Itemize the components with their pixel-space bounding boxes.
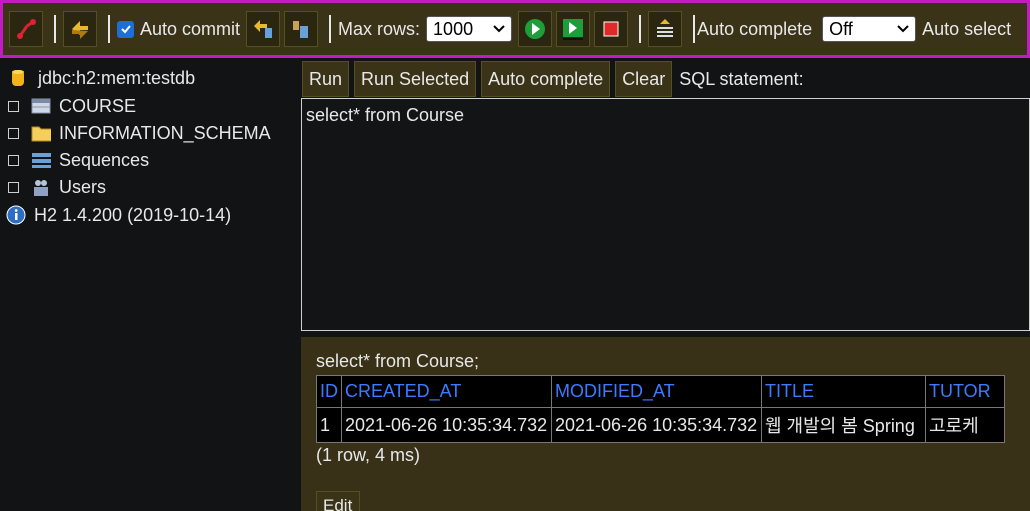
schema-tree: jdbc:h2:mem:testdb COURSE INFORMATION_SC… [0, 60, 300, 511]
auto-complete-select[interactable]: Off [822, 16, 917, 42]
toolbar-divider [54, 15, 56, 43]
history-icon [657, 19, 674, 37]
toolbar-divider [329, 15, 332, 43]
version-label: H2 1.4.200 (2019-10-14) [34, 204, 232, 225]
toolbar-divider [693, 15, 696, 43]
column-header[interactable]: CREATED_AT [341, 375, 552, 408]
clear-button[interactable]: Clear [615, 61, 673, 97]
folder-icon [31, 123, 51, 143]
column-header[interactable]: MODIFIED_AT [551, 375, 762, 408]
column-header[interactable]: TUTOR [925, 375, 1005, 408]
result-query-text: select* from Course; [316, 351, 480, 371]
expand-toggle[interactable] [8, 100, 19, 112]
run-selected-query-button[interactable]: Run Selected [354, 61, 477, 97]
table-cell: 2021-06-26 10:35:34.732 [551, 407, 762, 443]
info-icon [6, 205, 26, 225]
auto-complete-label: Auto complete [697, 18, 813, 39]
max-rows-label: Max rows: [338, 18, 421, 39]
run-button[interactable] [518, 11, 553, 47]
tree-item-label: INFORMATION_SCHEMA [59, 122, 271, 143]
expand-toggle[interactable] [8, 181, 19, 193]
sequence-icon [31, 150, 51, 170]
tree-version: H2 1.4.200 (2019-10-14) [6, 203, 231, 227]
table-cell: 웹 개발의 봄 Spring [761, 407, 926, 443]
refresh-button[interactable] [63, 11, 97, 47]
sql-editor[interactable]: select* from Course [301, 98, 1030, 331]
toolbar-divider [108, 15, 110, 43]
expand-toggle[interactable] [8, 154, 19, 166]
column-header[interactable]: ID [316, 375, 342, 408]
run-query-button[interactable]: Run [302, 61, 350, 97]
run-icon [525, 19, 546, 39]
auto-complete-value: Off [829, 18, 853, 39]
max-rows-select[interactable]: 1000 [426, 16, 513, 42]
tree-connection[interactable]: jdbc:h2:mem:testdb [8, 66, 195, 90]
table-icon [31, 96, 51, 116]
auto-complete-button[interactable]: Auto complete [481, 61, 611, 97]
run-selected-button[interactable] [556, 11, 591, 47]
stop-button[interactable] [594, 11, 629, 47]
stop-icon [603, 21, 619, 37]
sql-statement-label: SQL statement: [679, 68, 804, 89]
column-header[interactable]: TITLE [761, 375, 926, 408]
result-summary: (1 row, 4 ms) [316, 445, 421, 465]
table-header-row: ID CREATED_AT MODIFIED_AT TITLE TUTOR [316, 375, 1005, 408]
disconnect-button[interactable] [9, 11, 43, 47]
chevron-down-icon [897, 25, 909, 33]
toolbar: Auto commit Max rows: 1000 Auto complete [0, 0, 1030, 58]
auto-select-label: Auto select [922, 18, 1012, 39]
table-cell: 고로케 [925, 407, 1005, 443]
tree-item-label: Users [59, 176, 107, 197]
refresh-icon [72, 21, 88, 39]
results-panel: select* from Course; ID CREATED_AT MODIF… [301, 337, 1030, 511]
table-cell: 1 [316, 407, 342, 443]
auto-commit-label: Auto commit [140, 18, 241, 39]
tree-item-course[interactable]: COURSE [8, 94, 136, 118]
table-row: 1 2021-06-26 10:35:34.732 2021-06-26 10:… [316, 407, 1005, 443]
tree-item-sequences[interactable]: Sequences [8, 148, 149, 172]
tree-item-information-schema[interactable]: INFORMATION_SCHEMA [8, 121, 271, 145]
query-button-row: Run Run Selected Auto complete Clear SQL… [300, 60, 1030, 98]
max-rows-value: 1000 [433, 18, 474, 39]
toolbar-divider [639, 15, 642, 43]
chevron-down-icon [493, 25, 505, 33]
commit-button[interactable] [284, 11, 319, 47]
table-cell: 2021-06-26 10:35:34.732 [341, 407, 552, 443]
tree-item-label: COURSE [59, 95, 137, 116]
expand-toggle[interactable] [8, 127, 19, 139]
checkmark-icon [120, 25, 131, 34]
users-icon [31, 177, 51, 197]
results-table: ID CREATED_AT MODIFIED_AT TITLE TUTOR 1 … [316, 375, 1005, 443]
edit-button[interactable]: Edit [316, 491, 360, 511]
commit-icon [293, 21, 309, 38]
tree-item-users[interactable]: Users [8, 175, 106, 199]
rollback-button[interactable] [246, 11, 281, 47]
disconnect-icon [17, 19, 36, 39]
run-selected-icon [563, 19, 584, 40]
history-button[interactable] [648, 11, 683, 47]
tree-item-label: Sequences [59, 149, 150, 170]
connection-label: jdbc:h2:mem:testdb [38, 67, 196, 88]
auto-commit-checkbox[interactable] [117, 20, 134, 38]
rollback-icon [254, 20, 273, 38]
database-icon [8, 68, 28, 88]
